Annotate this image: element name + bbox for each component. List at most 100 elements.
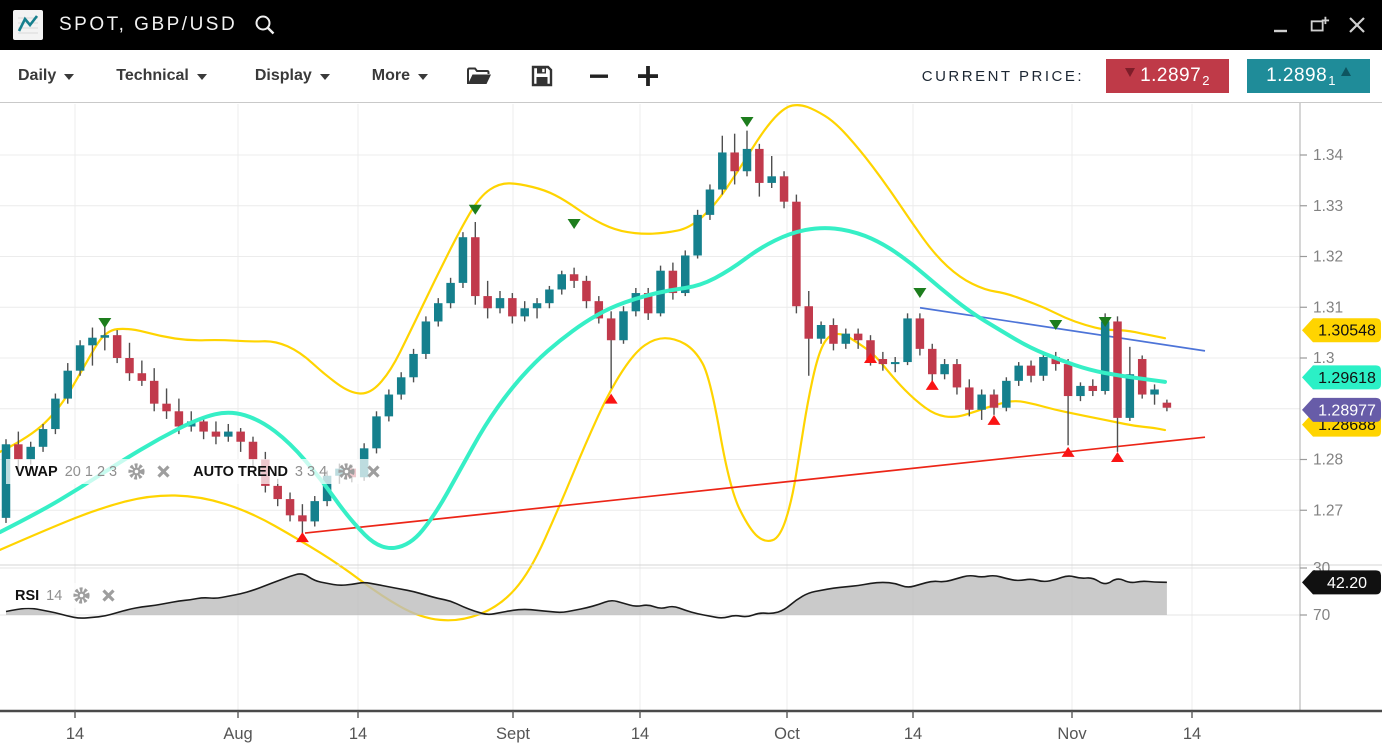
price-chart[interactable]: 1.341.331.321.311.31.281.27703014Aug14Se…: [0, 0, 1382, 746]
auto-trend-close-icon[interactable]: [366, 464, 381, 479]
candle: [483, 296, 492, 308]
zoom-in-icon[interactable]: [636, 64, 660, 88]
chevron-down-icon: [197, 74, 207, 80]
gridlines: [0, 104, 1300, 710]
bid-price-box: 1.28972: [1106, 59, 1229, 93]
candle: [76, 345, 85, 370]
candle: [150, 381, 159, 404]
candle: [755, 149, 764, 183]
app-logo-icon: [13, 10, 43, 40]
price-tick-label: 1.31: [1313, 299, 1343, 316]
time-tick-label: Sept: [496, 725, 530, 743]
candle: [582, 281, 591, 301]
close-button[interactable]: [1346, 14, 1368, 36]
candle: [298, 515, 307, 521]
candle: [434, 303, 443, 321]
candle: [162, 404, 171, 412]
candle: [51, 399, 60, 429]
more-menu[interactable]: More: [372, 67, 428, 85]
candle: [607, 318, 616, 340]
candle: [817, 325, 826, 339]
auto-trend-settings-gear-icon[interactable]: [337, 462, 356, 481]
technical-menu[interactable]: Technical: [116, 67, 207, 85]
candle: [533, 303, 542, 308]
time-tick-label: 14: [631, 725, 649, 743]
candle: [570, 274, 579, 281]
candle: [26, 447, 35, 460]
candle: [397, 377, 406, 394]
more-menu-label: More: [372, 67, 410, 85]
open-folder-icon[interactable]: [466, 65, 492, 87]
candle: [916, 318, 925, 348]
candle: [730, 152, 739, 171]
price-tag: 1.28977: [1302, 398, 1381, 422]
search-icon[interactable]: [253, 13, 277, 37]
candle: [718, 152, 727, 189]
sell-signal-triangle-icon: [98, 318, 111, 328]
resistance-trendline[interactable]: [920, 308, 1205, 351]
ask-price-box: 1.28981: [1247, 59, 1370, 93]
svg-text:1.28977: 1.28977: [1318, 402, 1376, 419]
candle: [125, 358, 134, 373]
candle: [743, 149, 752, 171]
zoom-out-icon[interactable]: [588, 65, 610, 87]
candle: [1089, 386, 1098, 391]
price-tick-label: 1.27: [1313, 502, 1343, 519]
time-tick-label: Aug: [223, 725, 252, 743]
candle: [879, 359, 888, 364]
popout-button[interactable]: [1308, 14, 1330, 36]
trading-app-window: SPOT, GBP/USD: [0, 0, 1382, 746]
time-tick-label: 14: [1183, 725, 1201, 743]
rsi-label: RSI: [15, 588, 39, 604]
save-icon[interactable]: [530, 64, 554, 88]
chart-toolbar: Daily Technical Display More: [0, 50, 1382, 103]
interval-menu-label: Daily: [18, 67, 56, 85]
candle: [224, 432, 233, 437]
rsi-legend: RSI 14: [6, 583, 125, 608]
chevron-down-icon: [320, 74, 330, 80]
candle: [508, 298, 516, 316]
candle: [1113, 321, 1122, 417]
sell-signal-triangle-icon: [568, 219, 581, 229]
display-menu[interactable]: Display: [255, 67, 330, 85]
candle: [409, 354, 418, 377]
candle: [891, 362, 900, 364]
candle: [706, 190, 715, 215]
candle: [385, 395, 394, 417]
candle: [829, 325, 838, 344]
candle: [113, 335, 122, 358]
vwap-params: 20 1 2 3: [65, 464, 117, 480]
time-tick-label: 14: [66, 725, 84, 743]
candle: [1027, 366, 1036, 376]
vwap-close-icon[interactable]: [156, 464, 171, 479]
chevron-down-icon: [64, 74, 74, 80]
candle: [1064, 364, 1073, 396]
bollinger-bands: [0, 105, 1165, 620]
svg-text:1.29618: 1.29618: [1318, 370, 1376, 387]
candle: [619, 311, 628, 340]
candle: [138, 373, 147, 381]
vwap-settings-gear-icon[interactable]: [127, 462, 146, 481]
time-tick-label: 14: [904, 725, 922, 743]
minimize-button[interactable]: [1270, 14, 1292, 36]
price-tick-label: 1.28: [1313, 452, 1343, 469]
rsi-settings-gear-icon[interactable]: [72, 586, 91, 605]
candle: [199, 421, 208, 431]
candle: [496, 298, 505, 308]
price-tick-label: 1.32: [1313, 249, 1343, 266]
technical-menu-label: Technical: [116, 67, 189, 85]
candle: [212, 432, 221, 437]
rsi-tick-label: 70: [1313, 607, 1331, 624]
rsi-value-tag: 42.20: [1302, 570, 1381, 594]
buy-signal-triangle-icon: [926, 380, 939, 390]
buy-signal-triangle-icon: [1111, 452, 1124, 462]
candle: [545, 289, 554, 303]
sell-signal-triangle-icon: [1099, 317, 1112, 327]
price-tick-label: 1.33: [1313, 198, 1343, 215]
sell-signal-triangle-icon: [913, 288, 926, 298]
candle: [558, 274, 567, 289]
rsi-close-icon[interactable]: [101, 588, 116, 603]
svg-text:42.20: 42.20: [1327, 575, 1367, 592]
candle: [1002, 381, 1011, 408]
interval-menu[interactable]: Daily: [18, 67, 74, 85]
